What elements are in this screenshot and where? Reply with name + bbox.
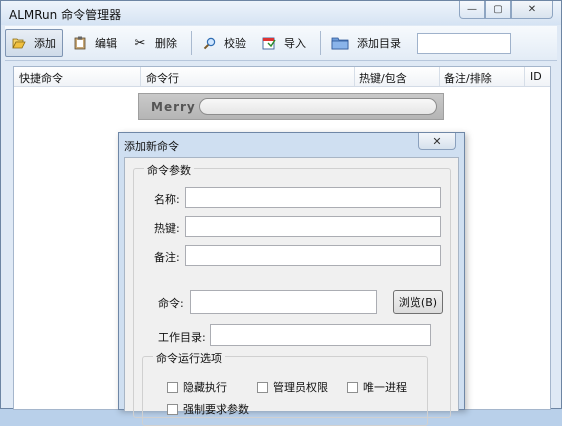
verify-button[interactable]: 校验	[196, 29, 252, 57]
merry-launcher-bar: Merry	[138, 93, 444, 120]
window-title: ALMRun 命令管理器	[9, 8, 122, 22]
column-header-hotkey[interactable]: 热键/包含	[359, 70, 407, 86]
toolbar-separator	[320, 31, 321, 55]
column-header-commandline[interactable]: 命令行	[146, 70, 179, 86]
note-label: 备注:	[154, 251, 180, 264]
dialog-body: 命令参数 名称: 热键: 备注: 命令: 浏览(B) 工作目录: 命令运行选项 …	[124, 157, 459, 426]
single-process-option[interactable]: 唯一进程	[347, 379, 407, 395]
column-divider[interactable]	[140, 67, 141, 86]
hide-exec-option[interactable]: 隐藏执行	[167, 379, 227, 395]
folder-open-icon	[12, 36, 26, 50]
minimize-button[interactable]: —	[459, 1, 485, 19]
command-label: 命令:	[158, 297, 184, 310]
checkbox[interactable]	[167, 381, 178, 393]
main-window: ALMRun 命令管理器 — ▢ ✕ 添加 编辑 ✂ 删除 校验 导入 添加目录…	[0, 0, 562, 426]
option-label: 管理员权限	[273, 381, 328, 394]
add-directory-label: 添加目录	[357, 37, 401, 50]
merry-input[interactable]	[199, 98, 437, 115]
edit-label: 编辑	[95, 37, 117, 50]
toolbar-separator	[191, 31, 192, 55]
import-button[interactable]: 导入	[256, 29, 312, 57]
magnifier-icon	[202, 36, 216, 50]
add-label: 添加	[34, 37, 56, 50]
hotkey-input[interactable]	[185, 216, 441, 237]
verify-label: 校验	[224, 37, 246, 50]
title-bar[interactable]: ALMRun 命令管理器 — ▢ ✕	[1, 1, 561, 25]
column-header-note[interactable]: 备注/排除	[444, 70, 492, 86]
column-divider[interactable]	[439, 67, 440, 86]
add-button[interactable]: 添加	[5, 29, 63, 57]
maximize-button[interactable]: ▢	[485, 1, 511, 19]
command-params-group: 命令参数 名称: 热键: 备注: 命令: 浏览(B) 工作目录: 命令运行选项 …	[133, 162, 451, 426]
delete-label: 删除	[155, 37, 177, 50]
merry-label: Merry	[151, 100, 196, 114]
search-input[interactable]	[417, 32, 511, 54]
list-header: 快捷命令 命令行 热键/包含 备注/排除 ID	[14, 67, 550, 87]
import-icon	[262, 36, 276, 50]
name-label: 名称:	[154, 193, 180, 206]
clipboard-icon	[73, 36, 87, 50]
dialog-close-button[interactable]: ✕	[418, 133, 456, 150]
edit-button[interactable]: 编辑	[67, 29, 123, 57]
import-label: 导入	[284, 37, 306, 50]
folder-icon	[331, 36, 349, 50]
column-divider[interactable]	[524, 67, 525, 86]
name-input[interactable]	[185, 187, 441, 208]
options-title: 命令运行选项	[153, 350, 225, 366]
workdir-label: 工作目录:	[158, 331, 206, 344]
checkbox[interactable]	[347, 381, 358, 393]
hotkey-label: 热键:	[154, 222, 180, 235]
column-header-shortcut[interactable]: 快捷命令	[19, 70, 63, 86]
workdir-input[interactable]	[210, 324, 431, 346]
add-directory-button[interactable]: 添加目录	[325, 29, 407, 57]
dialog-title: 添加新命令	[124, 140, 179, 153]
admin-option[interactable]: 管理员权限	[257, 379, 328, 395]
column-divider[interactable]	[354, 67, 355, 86]
browse-button[interactable]: 浏览(B)	[393, 290, 443, 314]
group-title: 命令参数	[144, 162, 194, 178]
require-args-option[interactable]: 强制要求参数	[167, 401, 249, 417]
command-input[interactable]	[190, 290, 377, 314]
checkbox[interactable]	[167, 403, 178, 415]
scissors-icon: ✂	[134, 35, 146, 51]
add-command-dialog: 添加新命令 ✕ 命令参数 名称: 热键: 备注: 命令: 浏览(B) 工作目录:…	[118, 132, 465, 426]
option-label: 唯一进程	[363, 381, 407, 394]
delete-button[interactable]: ✂ 删除	[127, 29, 183, 57]
checkbox[interactable]	[257, 381, 268, 393]
run-options-group: 命令运行选项 隐藏执行 管理员权限 唯一进程 强制要求参数	[142, 350, 428, 426]
close-button[interactable]: ✕	[511, 1, 553, 19]
column-header-id[interactable]: ID	[530, 70, 542, 83]
toolbar: 添加 编辑 ✂ 删除 校验 导入 添加目录	[5, 26, 557, 61]
option-label: 强制要求参数	[183, 403, 249, 416]
window-controls: — ▢ ✕	[459, 1, 553, 19]
note-input[interactable]	[185, 245, 441, 266]
option-label: 隐藏执行	[183, 381, 227, 394]
